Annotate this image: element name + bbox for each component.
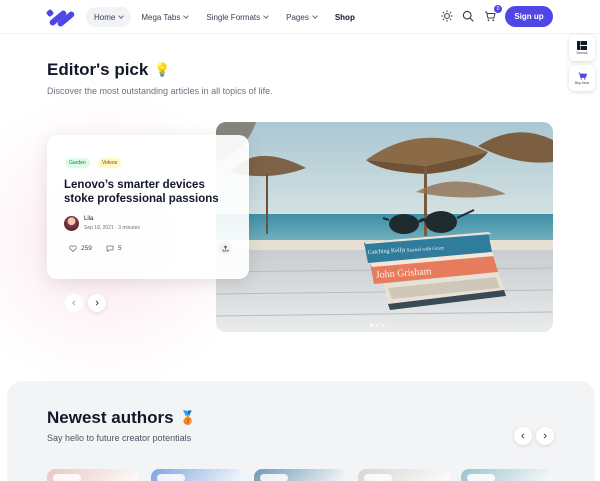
nav-shop[interactable]: Shop bbox=[327, 7, 363, 27]
chevron-right-icon bbox=[95, 300, 99, 306]
newest-authors-subtitle: Say hello to future creator potentials bbox=[47, 433, 192, 443]
like-count: 259 bbox=[81, 244, 92, 252]
lightbulb-icon: 💡 bbox=[154, 62, 171, 77]
next-slide-button[interactable] bbox=[88, 294, 106, 312]
chevron-left-icon bbox=[521, 433, 525, 439]
author-card-badge bbox=[467, 474, 495, 481]
post-title[interactable]: Lenovo’s smarter devices stoke professio… bbox=[64, 178, 234, 206]
author-card[interactable] bbox=[254, 469, 346, 481]
search-icon[interactable] bbox=[461, 9, 475, 23]
author-card-badge bbox=[53, 474, 81, 481]
comment-count: 5 bbox=[118, 244, 122, 252]
authors-prev-button[interactable] bbox=[514, 427, 532, 445]
newest-authors-title-text: Newest authors bbox=[47, 408, 174, 427]
cart-count-badge: 0 bbox=[494, 5, 502, 13]
editors-pick-subtitle: Discover the most outstanding articles i… bbox=[47, 86, 273, 96]
slide-dot[interactable] bbox=[382, 324, 385, 327]
avatar[interactable] bbox=[64, 216, 79, 231]
post-meta: Sep 18, 2021 · 3 minutes bbox=[84, 225, 140, 231]
nav-single-formats[interactable]: Single Formats bbox=[198, 7, 276, 27]
editors-pick-title-text: Editor's pick bbox=[47, 60, 149, 79]
author-card[interactable] bbox=[47, 469, 139, 481]
cart-icon bbox=[578, 72, 587, 80]
nav-pages-label: Pages bbox=[286, 12, 309, 22]
featured-post-card[interactable]: Garden Videos Lenovo’s smarter devices s… bbox=[47, 135, 249, 279]
chevron-down-icon bbox=[263, 13, 269, 19]
chevron-down-icon bbox=[311, 13, 318, 19]
newest-authors-title: Newest authors 🥉 bbox=[47, 408, 196, 428]
nav-pages[interactable]: Pages bbox=[278, 7, 325, 27]
share-button[interactable] bbox=[218, 241, 232, 255]
nav-home-label: Home bbox=[94, 12, 116, 22]
nav-single-formats-label: Single Formats bbox=[206, 12, 261, 22]
demos-label: Demos bbox=[576, 51, 588, 55]
prev-slide-button[interactable] bbox=[65, 294, 83, 312]
author-name[interactable]: Lila bbox=[84, 216, 93, 222]
editors-pick-title: Editor's pick 💡 bbox=[47, 60, 171, 80]
comment-button[interactable]: 5 bbox=[106, 243, 122, 253]
author-card[interactable] bbox=[461, 469, 553, 481]
demos-button[interactable]: Demos bbox=[569, 35, 595, 61]
tag-garden[interactable]: Garden bbox=[65, 158, 90, 168]
medal-icon: 🥉 bbox=[179, 410, 196, 425]
authors-next-button[interactable] bbox=[536, 427, 554, 445]
signup-button[interactable]: Sign up bbox=[505, 6, 553, 27]
comment-icon bbox=[106, 245, 114, 252]
slide-dot[interactable] bbox=[370, 324, 373, 327]
sun-icon[interactable] bbox=[440, 9, 454, 23]
nav-home[interactable]: Home bbox=[86, 7, 132, 27]
main-nav: Home Mega Tabs Single Formats Pages Shop bbox=[86, 7, 365, 27]
tag-videos[interactable]: Videos bbox=[98, 158, 122, 168]
newest-authors-section bbox=[7, 381, 595, 481]
logo-icon[interactable] bbox=[46, 6, 76, 28]
site-header: Home Mega Tabs Single Formats Pages Shop… bbox=[0, 0, 600, 34]
slide-dot[interactable] bbox=[376, 324, 379, 327]
chevron-down-icon bbox=[183, 13, 190, 19]
chevron-down-icon bbox=[118, 13, 125, 19]
upload-icon bbox=[222, 244, 228, 251]
grid-icon bbox=[577, 41, 587, 50]
buy-now-label: Buy Now bbox=[574, 80, 589, 85]
nav-shop-label: Shop bbox=[334, 12, 355, 22]
chevron-right-icon bbox=[543, 433, 547, 439]
chevron-left-icon bbox=[72, 300, 76, 306]
author-card-badge bbox=[364, 474, 392, 481]
cart-icon[interactable]: 0 bbox=[483, 5, 502, 23]
nav-mega-tabs-label: Mega Tabs bbox=[141, 12, 181, 22]
buy-now-button[interactable]: Buy Now bbox=[569, 65, 595, 91]
author-card-badge bbox=[157, 474, 185, 481]
author-card-badge bbox=[260, 474, 288, 481]
author-card[interactable] bbox=[151, 469, 243, 481]
nav-mega-tabs[interactable]: Mega Tabs bbox=[133, 7, 196, 27]
beach-books-image: Catching Kelly I Started with Grace John… bbox=[216, 122, 553, 332]
like-button[interactable]: 259 bbox=[69, 243, 92, 253]
heart-icon bbox=[69, 244, 77, 252]
slide-indicator bbox=[370, 324, 388, 327]
featured-post-image[interactable]: Catching Kelly I Started with Grace John… bbox=[216, 122, 553, 332]
author-card[interactable] bbox=[358, 469, 450, 481]
